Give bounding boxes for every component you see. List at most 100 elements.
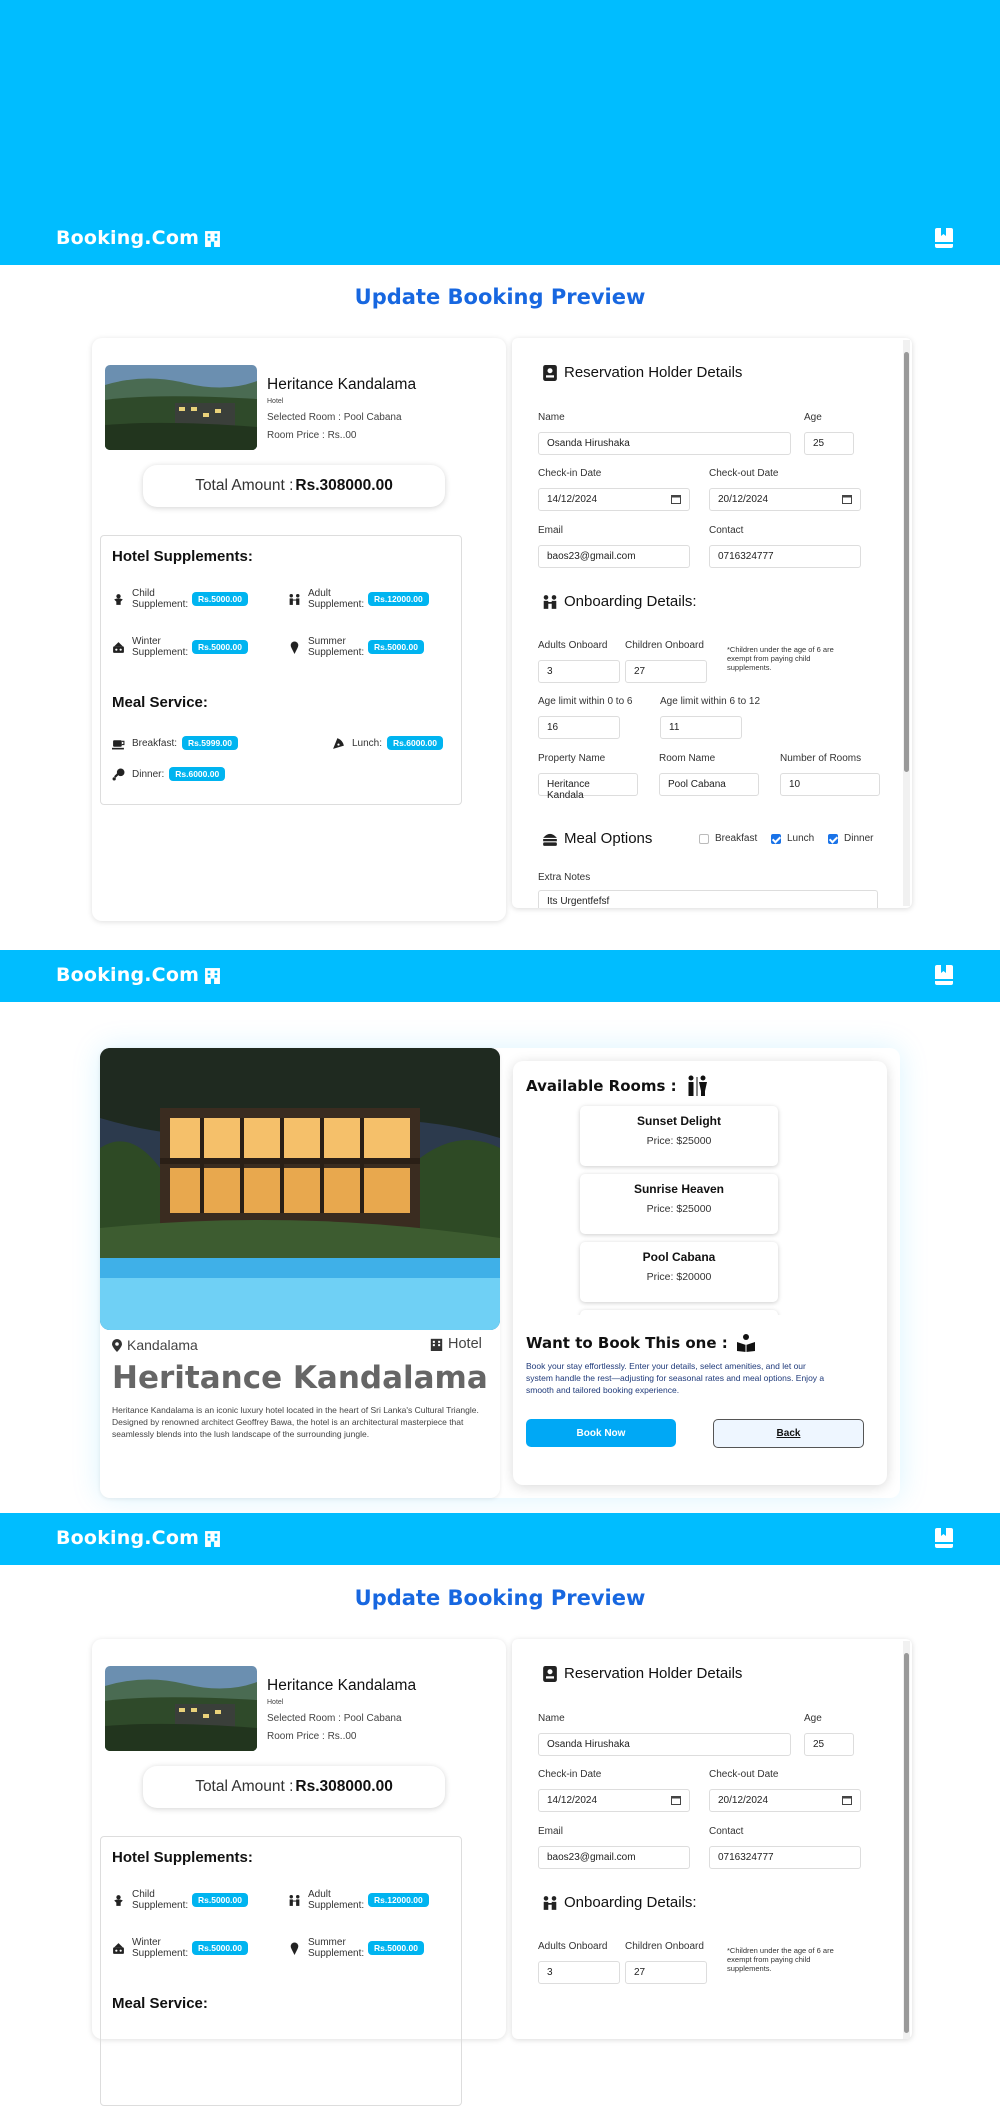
rooms-input[interactable]: 10 [780, 773, 880, 796]
hotel-title: Heritance Kandalama [112, 1360, 488, 1396]
adults-input[interactable]: 3 [538, 1961, 620, 1984]
meal-breakfast: Breakfast: Rs.5999.00 [112, 736, 238, 750]
holder-heading: Reservation Holder Details [542, 1665, 742, 1682]
hotel-thumbnail [105, 365, 257, 450]
hotel-type: Hotel [267, 398, 284, 405]
price-badge: Rs.5000.00 [368, 1941, 424, 1955]
room-card[interactable] [580, 1310, 778, 1315]
email-input[interactable]: baos23@gmail.com [538, 545, 690, 568]
supplement-child: Child Supplement: Rs.5000.00 [112, 1889, 248, 1911]
price-badge: Rs.12000.00 [368, 592, 429, 606]
snow-icon [113, 1942, 124, 1954]
brand-logo[interactable]: Booking.Com [56, 227, 221, 249]
onboarding-heading: Onboarding Details: [542, 1894, 697, 1911]
child-icon [114, 593, 123, 605]
price-badge: Rs.6000.00 [387, 736, 443, 750]
price-badge: Rs.5000.00 [192, 1893, 248, 1907]
price-badge: Rs.5000.00 [192, 592, 248, 606]
supplements-box: Hotel Supplements: Child Supplement: Rs.… [100, 1836, 462, 2106]
checkout-input[interactable]: 20/12/2024 [709, 1789, 861, 1812]
supplement-adult: Adult Supplement: Rs.12000.00 [288, 588, 429, 610]
name-input[interactable]: Osanda Hirushaka [538, 432, 791, 455]
brand-logo[interactable]: Booking.Com [56, 964, 221, 986]
children-input[interactable]: 27 [625, 660, 707, 683]
rooms-list[interactable]: Sunset Delight Price: $25000 Sunrise Heav… [570, 1100, 790, 1315]
supplements-title: Hotel Supplements: [112, 1849, 253, 1866]
book-description: Book your stay effortlessly. Enter your … [526, 1361, 825, 1395]
property-input[interactable]: Heritance Kandala [538, 773, 638, 801]
ice-cream-icon [290, 1942, 299, 1955]
scrollbar-thumb[interactable] [904, 1653, 909, 2033]
bookmark-book-icon[interactable] [934, 1527, 954, 1549]
bookmark-book-icon[interactable] [934, 964, 954, 986]
back-button[interactable]: Back [713, 1419, 864, 1448]
adults-label: Adults Onboard [538, 640, 608, 651]
coffee-icon [112, 739, 125, 749]
age-limit-0-6-input[interactable]: 16 [538, 716, 620, 739]
contact-label: Contact [709, 1826, 744, 1837]
room-card[interactable]: Sunrise Heaven Price: $25000 [580, 1174, 778, 1234]
hotel-name: Heritance Kandalama [267, 1677, 417, 1694]
price-badge: Rs.5000.00 [192, 640, 248, 654]
reservation-form[interactable]: Reservation Holder Details Name Osanda H… [512, 1639, 912, 2039]
book-heading: Want to Book This one : [526, 1334, 756, 1352]
email-label: Email [538, 1826, 564, 1837]
hotel-location: Kandalama [112, 1337, 198, 1353]
page-title: Update Booking Preview [354, 1586, 646, 1610]
pizza-icon [333, 737, 344, 749]
supplements-box: Hotel Supplements: Child Supplement: Rs.… [100, 535, 462, 805]
name-input[interactable]: Osanda Hirushaka [538, 1733, 791, 1756]
lunch-checkbox[interactable]: Lunch [771, 833, 814, 844]
calendar-icon[interactable] [842, 1795, 852, 1805]
checkout-input[interactable]: 20/12/2024 [709, 488, 861, 511]
book-now-button[interactable]: Book Now [526, 1419, 676, 1447]
notes-textarea[interactable]: Its Urgentfefsf [538, 890, 878, 908]
brand-text: Booking.Com [56, 964, 200, 986]
id-badge-icon [543, 1665, 557, 1682]
children-label: Children Onboard [625, 1941, 704, 1952]
age-limit-0-6-label: Age limit within 0 to 6 [538, 696, 633, 707]
room-card[interactable]: Pool Cabana Price: $20000 [580, 1242, 778, 1302]
supplement-adult: Adult Supplement: Rs.12000.00 [288, 1889, 429, 1911]
supplement-winter: Winter Supplement: Rs.5000.00 [112, 1937, 248, 1959]
calendar-icon[interactable] [671, 1795, 681, 1805]
age-input[interactable]: 25 [804, 432, 854, 455]
children-note: *Children under the age of 6 are exempt … [727, 645, 834, 672]
hotel-description: Heritance Kandalama is an iconic luxury … [112, 1405, 479, 1439]
contact-input[interactable]: 0716324777 [709, 545, 861, 568]
bookmark-book-icon[interactable] [934, 227, 954, 249]
total-label: Total Amount : [195, 1778, 294, 1795]
age-limit-6-12-input[interactable]: 11 [660, 716, 742, 739]
calendar-icon[interactable] [671, 494, 681, 504]
form-scrollbar[interactable] [903, 340, 910, 906]
supplement-summer: Summer Supplement: Rs.5000.00 [288, 1937, 424, 1959]
dinner-checkbox[interactable]: Dinner [828, 833, 873, 844]
selected-room: Selected Room : Pool Cabana [267, 412, 402, 423]
checkin-label: Check-in Date [538, 1769, 602, 1780]
form-scrollbar[interactable] [903, 1641, 910, 2039]
children-input[interactable]: 27 [625, 1961, 707, 1984]
age-input[interactable]: 25 [804, 1733, 854, 1756]
breakfast-checkbox[interactable]: Breakfast [699, 833, 757, 844]
adults-input[interactable]: 3 [538, 660, 620, 683]
checkin-input[interactable]: 14/12/2024 [538, 1789, 690, 1812]
checkin-label: Check-in Date [538, 468, 602, 479]
adults-icon [289, 1894, 300, 1906]
hotel-icon [205, 230, 221, 247]
brand-logo[interactable]: Booking.Com [56, 1527, 221, 1549]
contact-input[interactable]: 0716324777 [709, 1846, 861, 1869]
email-input[interactable]: baos23@gmail.com [538, 1846, 690, 1869]
notes-label: Extra Notes [538, 872, 591, 883]
page-title: Update Booking Preview [354, 285, 646, 309]
reservation-form[interactable]: Reservation Holder Details Name Osanda H… [512, 338, 912, 908]
room-card[interactable]: Sunset Delight Price: $25000 [580, 1106, 778, 1166]
room-input[interactable]: Pool Cabana [659, 773, 759, 796]
calendar-icon[interactable] [842, 494, 852, 504]
hotel-icon [430, 1338, 443, 1351]
checkin-input[interactable]: 14/12/2024 [538, 488, 690, 511]
selected-room: Selected Room : Pool Cabana [267, 1713, 402, 1724]
contact-label: Contact [709, 525, 744, 536]
scrollbar-thumb[interactable] [904, 352, 909, 772]
price-badge: Rs.5000.00 [368, 640, 424, 654]
meal-service-title: Meal Service: [112, 1995, 208, 2012]
